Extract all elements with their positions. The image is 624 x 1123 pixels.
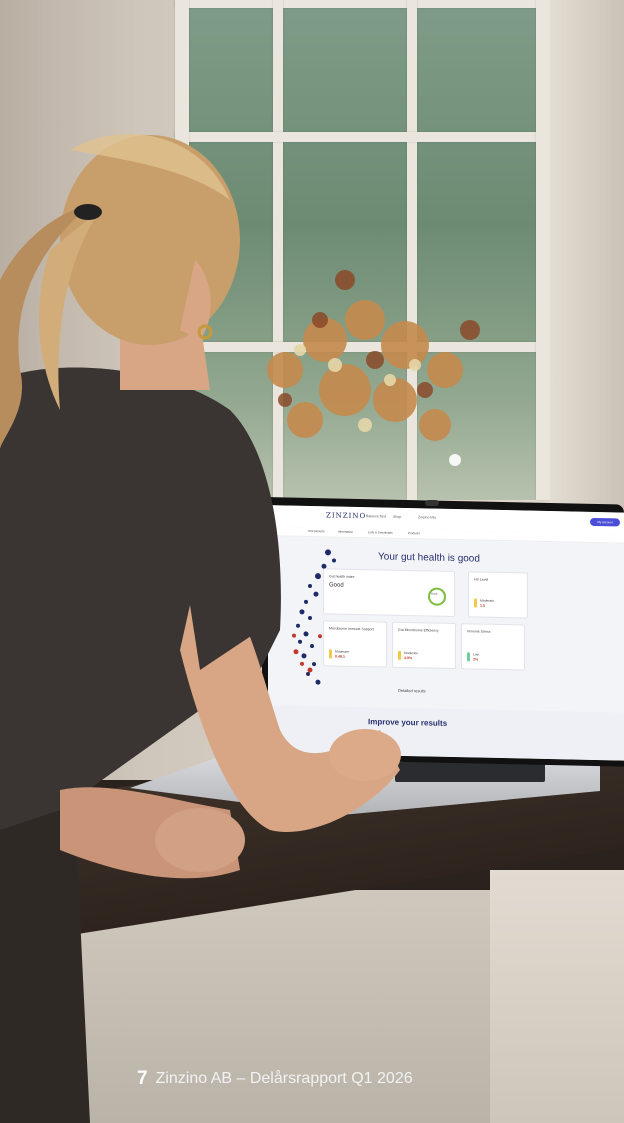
window-frame-top: [175, 0, 550, 8]
window-shutter: [550, 0, 624, 520]
account-button[interactable]: My account: [590, 517, 620, 527]
page-number: 7: [137, 1068, 148, 1089]
webcam: [425, 500, 439, 506]
woman-silhouette: [0, 134, 401, 1123]
card-number: 1.5: [480, 603, 485, 608]
level-bar-icon: [474, 598, 477, 608]
card-label: Immune Stress: [467, 629, 491, 634]
card-hs-level[interactable]: HS Level Moderate 1.5: [468, 571, 528, 619]
card-level: Low: [473, 652, 480, 657]
window-frame-right: [536, 0, 550, 500]
card-level: Moderate: [480, 598, 494, 603]
footer-caption: Zinzino AB – Delårsrapport Q1 2026: [155, 1070, 413, 1087]
cabinet-side: [490, 870, 624, 1123]
card-immune-stress[interactable]: Immune Stress Low 2%: [461, 623, 525, 671]
gauge-ring-icon: [428, 587, 446, 606]
card-number: 2%: [473, 657, 479, 662]
level-bar-icon: [467, 652, 470, 662]
page-footer: 7 Zinzino AB – Delårsrapport Q1 2026: [137, 1068, 413, 1092]
gauge-label: Good: [431, 592, 438, 596]
card-label: HS Level: [474, 577, 489, 582]
nav-link-info[interactable]: Zinzino Info: [418, 515, 436, 519]
